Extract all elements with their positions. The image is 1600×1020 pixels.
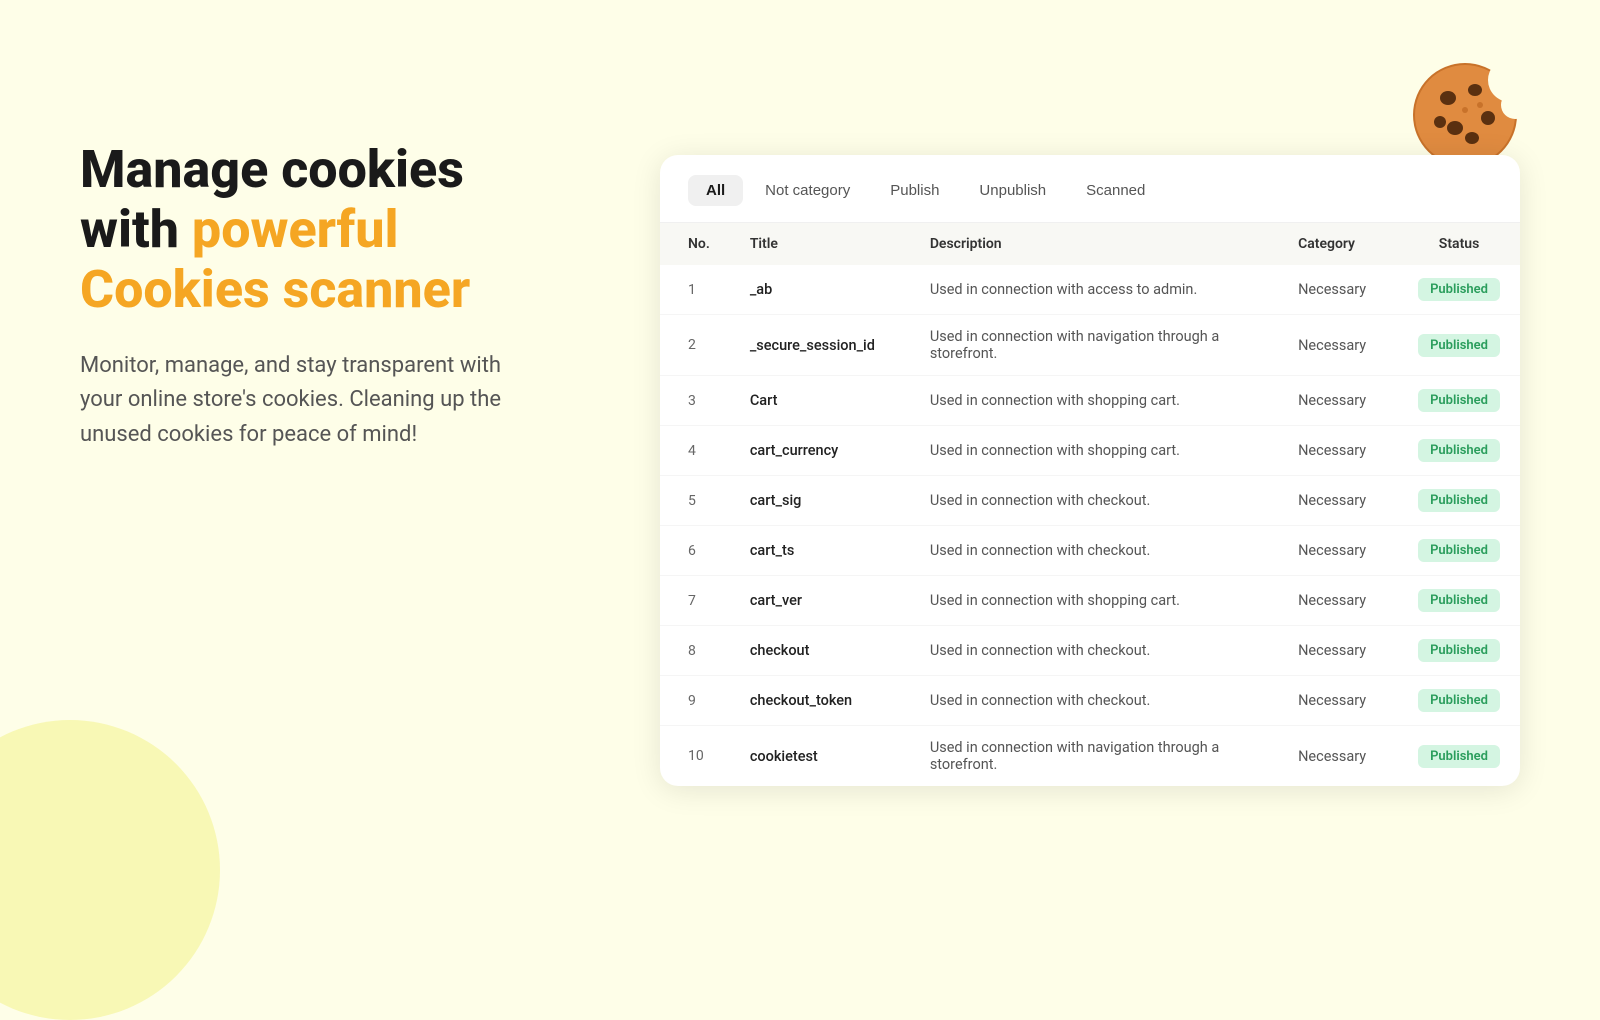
headline-line1: Manage cookies	[80, 139, 464, 200]
cell-status: Published	[1398, 726, 1520, 787]
headline-line2-plain: with	[80, 199, 192, 260]
cell-no: 3	[660, 376, 730, 426]
cell-description: Used in connection with checkout.	[910, 676, 1278, 726]
cell-category: Necessary	[1278, 476, 1398, 526]
cell-no: 5	[660, 476, 730, 526]
status-badge: Published	[1418, 389, 1500, 412]
cookies-table: No. Title Description Category Status 1 …	[660, 223, 1520, 786]
table-row: 7 cart_ver Used in connection with shopp…	[660, 576, 1520, 626]
cell-title: cart_ts	[730, 526, 910, 576]
status-badge: Published	[1418, 639, 1500, 662]
table-row: 4 cart_currency Used in connection with …	[660, 426, 1520, 476]
tab-not-category[interactable]: Not category	[747, 175, 868, 206]
tab-unpublish[interactable]: Unpublish	[961, 175, 1064, 206]
cell-description: Used in connection with shopping cart.	[910, 426, 1278, 476]
headline-line3: Cookies scanner	[80, 259, 470, 320]
col-no: No.	[660, 223, 730, 265]
cell-category: Necessary	[1278, 576, 1398, 626]
cell-no: 10	[660, 726, 730, 787]
status-badge: Published	[1418, 745, 1500, 768]
status-badge: Published	[1418, 589, 1500, 612]
table-row: 3 Cart Used in connection with shopping …	[660, 376, 1520, 426]
col-title: Title	[730, 223, 910, 265]
cell-title: cart_currency	[730, 426, 910, 476]
status-badge: Published	[1418, 539, 1500, 562]
cell-no: 8	[660, 626, 730, 676]
tab-publish[interactable]: Publish	[872, 175, 957, 206]
cell-status: Published	[1398, 626, 1520, 676]
col-description: Description	[910, 223, 1278, 265]
cell-title: Cart	[730, 376, 910, 426]
status-badge: Published	[1418, 334, 1500, 357]
cell-title: _secure_session_id	[730, 315, 910, 376]
cell-description: Used in connection with checkout.	[910, 626, 1278, 676]
cell-category: Necessary	[1278, 376, 1398, 426]
cell-status: Published	[1398, 315, 1520, 376]
cell-category: Necessary	[1278, 265, 1398, 315]
decorative-circle	[0, 720, 220, 1020]
table-row: 10 cookietest Used in connection with na…	[660, 726, 1520, 787]
cell-status: Published	[1398, 676, 1520, 726]
cell-title: checkout_token	[730, 676, 910, 726]
cell-category: Necessary	[1278, 726, 1398, 787]
table-row: 6 cart_ts Used in connection with checko…	[660, 526, 1520, 576]
filter-tabs: All Not category Publish Unpublish Scann…	[660, 155, 1520, 223]
cell-no: 9	[660, 676, 730, 726]
left-panel: Manage cookies with powerful Cookies sca…	[80, 140, 560, 452]
cell-no: 7	[660, 576, 730, 626]
table-card: All Not category Publish Unpublish Scann…	[660, 155, 1520, 786]
tab-scanned[interactable]: Scanned	[1068, 175, 1163, 206]
cell-title: cookietest	[730, 726, 910, 787]
status-badge: Published	[1418, 489, 1500, 512]
cell-description: Used in connection with checkout.	[910, 476, 1278, 526]
cell-title: cart_sig	[730, 476, 910, 526]
table-row: 9 checkout_token Used in connection with…	[660, 676, 1520, 726]
cell-title: _ab	[730, 265, 910, 315]
col-category: Category	[1278, 223, 1398, 265]
cell-status: Published	[1398, 526, 1520, 576]
table-row: 8 checkout Used in connection with check…	[660, 626, 1520, 676]
cell-status: Published	[1398, 376, 1520, 426]
cell-status: Published	[1398, 265, 1520, 315]
cell-title: cart_ver	[730, 576, 910, 626]
cell-description: Used in connection with navigation throu…	[910, 315, 1278, 376]
cookie-icon	[1410, 60, 1520, 170]
headline-line2-highlight: powerful	[192, 199, 399, 260]
cell-description: Used in connection with access to admin.	[910, 265, 1278, 315]
cell-category: Necessary	[1278, 426, 1398, 476]
cell-description: Used in connection with shopping cart.	[910, 576, 1278, 626]
cell-no: 6	[660, 526, 730, 576]
tab-all[interactable]: All	[688, 175, 743, 206]
subtext: Monitor, manage, and stay transparent wi…	[80, 349, 520, 451]
cell-title: checkout	[730, 626, 910, 676]
table-row: 1 _ab Used in connection with access to …	[660, 265, 1520, 315]
cell-status: Published	[1398, 426, 1520, 476]
cell-no: 2	[660, 315, 730, 376]
cell-description: Used in connection with navigation throu…	[910, 726, 1278, 787]
table-row: 5 cart_sig Used in connection with check…	[660, 476, 1520, 526]
table-row: 2 _secure_session_id Used in connection …	[660, 315, 1520, 376]
cell-category: Necessary	[1278, 315, 1398, 376]
cell-no: 1	[660, 265, 730, 315]
cell-no: 4	[660, 426, 730, 476]
cell-status: Published	[1398, 476, 1520, 526]
cell-category: Necessary	[1278, 526, 1398, 576]
cell-category: Necessary	[1278, 676, 1398, 726]
cell-status: Published	[1398, 576, 1520, 626]
table-body: 1 _ab Used in connection with access to …	[660, 265, 1520, 786]
status-badge: Published	[1418, 278, 1500, 301]
cell-description: Used in connection with shopping cart.	[910, 376, 1278, 426]
status-badge: Published	[1418, 689, 1500, 712]
cell-category: Necessary	[1278, 626, 1398, 676]
status-badge: Published	[1418, 439, 1500, 462]
headline: Manage cookies with powerful Cookies sca…	[80, 140, 560, 319]
cell-description: Used in connection with checkout.	[910, 526, 1278, 576]
col-status: Status	[1398, 223, 1520, 265]
table-header-row: No. Title Description Category Status	[660, 223, 1520, 265]
